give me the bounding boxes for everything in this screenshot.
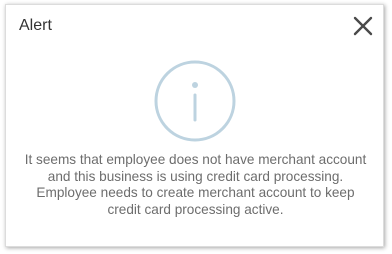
alert-message: It seems that employee does not have mer… xyxy=(24,152,367,217)
dialog-title: Alert xyxy=(19,17,52,34)
close-button[interactable] xyxy=(353,16,373,36)
alert-dialog: Alert It seems that employee does not ha… xyxy=(5,4,384,247)
info-icon xyxy=(154,60,236,142)
close-icon[interactable] xyxy=(353,16,373,36)
